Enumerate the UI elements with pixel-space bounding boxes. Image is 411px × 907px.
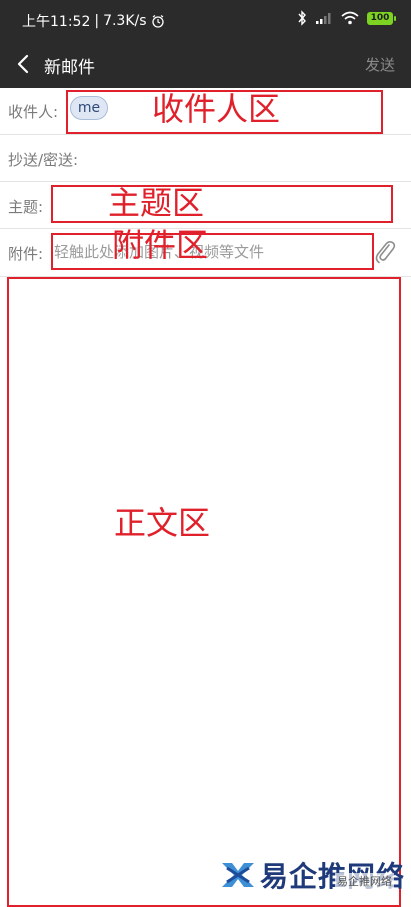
watermark-tag: 易企推网络 — [335, 873, 394, 889]
status-time: 上午11:52 — [22, 14, 91, 30]
nav-bar: 新邮件 发送 — [0, 40, 411, 88]
signal-icon — [316, 13, 331, 24]
attachment-area-box — [51, 233, 374, 270]
alarm-icon — [151, 15, 164, 28]
brand-logo-icon — [222, 863, 254, 887]
subject-area-label: 主题区 — [108, 184, 205, 222]
wifi-icon — [341, 11, 359, 25]
recipient-label: 收件人: — [8, 103, 59, 121]
body-area-box[interactable] — [7, 277, 401, 907]
page-title: 新邮件 — [44, 58, 95, 78]
status-left: 上午11:52 | 7.3K/s — [22, 11, 165, 31]
send-button[interactable]: 发送 — [365, 54, 395, 75]
paperclip-icon[interactable] — [373, 239, 397, 265]
subject-area-box — [51, 185, 393, 223]
cc-row[interactable]: 抄送/密送: — [0, 135, 411, 182]
status-separator: | — [94, 13, 100, 29]
battery-indicator: 100 — [367, 11, 396, 25]
attachment-label: 附件: — [8, 245, 44, 263]
status-bar: 上午11:52 | 7.3K/s 100 — [0, 0, 411, 40]
status-right: 100 — [297, 10, 396, 26]
body-area-label: 正文区 — [114, 504, 211, 542]
cc-label: 抄送/密送: — [8, 151, 79, 169]
bluetooth-icon — [298, 10, 306, 26]
recipient-area-label: 收件人区 — [152, 90, 281, 128]
attachment-area-label: 附件区 — [112, 226, 209, 264]
chevron-left-icon[interactable] — [12, 52, 36, 76]
subject-label: 主题: — [8, 198, 44, 216]
status-speed: 7.3K/s — [103, 13, 147, 29]
